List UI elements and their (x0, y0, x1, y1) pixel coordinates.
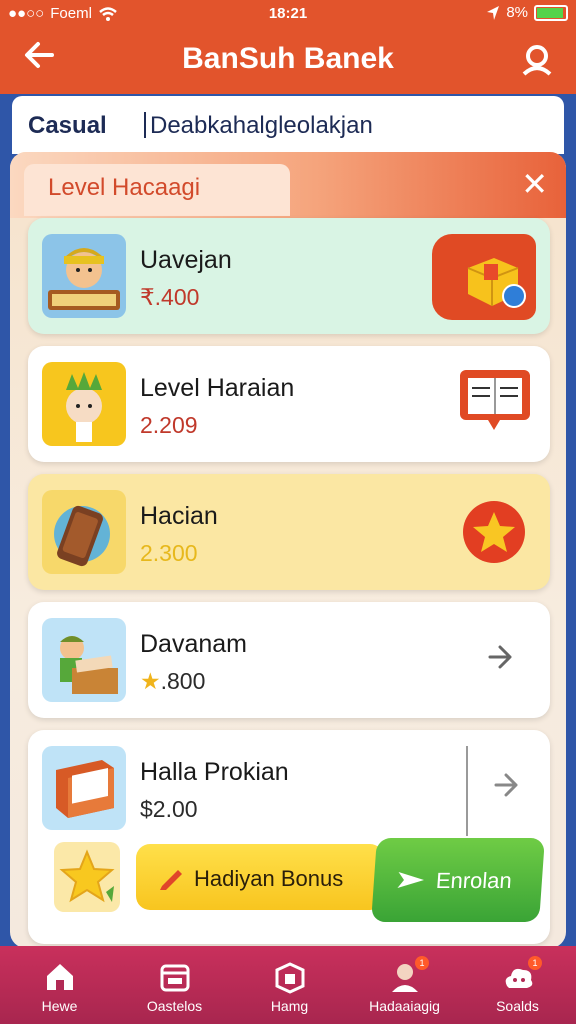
tab-label: Oastelos (146, 998, 203, 1014)
close-icon[interactable]: ✕ (521, 166, 548, 202)
item-price: .800 (160, 668, 206, 694)
status-right: 8% (486, 4, 568, 21)
chevron-right-icon[interactable] (488, 642, 514, 672)
calendar-icon (160, 964, 190, 992)
item-name: Uavejan (140, 246, 232, 274)
enroll-label: Enrolan (435, 868, 513, 893)
star-button[interactable] (462, 500, 526, 564)
app-title: BanSuh Banek (182, 42, 394, 75)
list-item[interactable]: Davanam ★.800 (28, 602, 550, 718)
item-name: Davanam (140, 630, 247, 658)
tab-box[interactable]: Hamg (232, 946, 347, 1024)
category-bar: Casual Deabkahalgleolakjan (12, 96, 564, 154)
category-label[interactable]: Casual (28, 112, 107, 140)
divider (466, 746, 468, 836)
item-price-row: ★.800 (140, 668, 205, 695)
tab-calendar[interactable]: Oastelos (117, 946, 232, 1024)
panel-header: Level Hacaagi ✕ (10, 152, 566, 218)
profile-icon[interactable] (520, 42, 554, 76)
send-arrow-icon (397, 872, 424, 888)
item-name: Level Haraian (140, 374, 295, 402)
battery-percent: 8% (506, 4, 528, 21)
status-bar: ●●○○ Foeml 18:21 8% (0, 0, 576, 28)
tab-home[interactable]: Hewe (2, 946, 117, 1024)
tab-label: Hadaaiagig (369, 998, 440, 1014)
app-bar: BanSuh Banek (0, 28, 576, 94)
box-icon (275, 962, 305, 994)
battery-icon (534, 4, 568, 21)
bonus-button[interactable]: Hadiyan Bonus (136, 844, 384, 910)
home-icon (47, 964, 73, 990)
list-item[interactable]: Uavejan ₹.400 (28, 218, 550, 334)
item-price: 2.209 (140, 412, 198, 438)
list-item[interactable]: Level Haraian 2.209 (28, 346, 550, 462)
notification-badge: 1 (528, 956, 542, 970)
chevron-right-icon[interactable] (494, 770, 520, 800)
gift-box-icon (467, 258, 526, 308)
item-price: $2.00 (140, 796, 198, 822)
panel-title: Level Hacaagi (48, 174, 201, 201)
enroll-button[interactable]: Enrolan (371, 838, 545, 922)
tab-cloud[interactable]: 1 Soalds (460, 946, 575, 1024)
item-price: 2.300 (140, 540, 198, 566)
pencil-icon (160, 870, 182, 890)
tab-label: Hewe (41, 998, 78, 1014)
thumbnail-boy-with-sign (42, 234, 126, 318)
level-panel: Level Hacaagi ✕ Uavejan ₹.400 Level Hara… (10, 152, 566, 948)
star-small-icon: ★ (140, 668, 161, 694)
bonus-label: Hadiyan Bonus (194, 866, 344, 891)
item-price: ₹.400 (140, 284, 200, 310)
thumbnail-boy-with-box (42, 618, 126, 702)
location-icon (487, 5, 500, 20)
notification-badge: 1 (415, 956, 429, 970)
notebook-icon (460, 370, 530, 430)
item-name: Hacian (140, 502, 218, 530)
bottom-tab-bar: Hewe Oastelos Hamg 1 Hadaaiagig 1 Soalds (0, 946, 576, 1024)
thumbnail-phone (42, 490, 126, 574)
bonus-row: Hadiyan Bonus Enrolan (28, 838, 550, 938)
star-icon (463, 501, 525, 563)
item-name: Halla Prokian (140, 758, 289, 786)
bonus-star-icon (54, 842, 120, 912)
category-subtitle: Deabkahalgleolakjan (144, 112, 373, 139)
notes-button[interactable] (458, 368, 532, 432)
thumbnail-face-with-leaves (42, 362, 126, 446)
gift-box-button[interactable] (432, 234, 536, 320)
tab-label: Hamg (270, 998, 309, 1014)
tab-label: Soalds (496, 998, 539, 1014)
list-item[interactable]: Hacian 2.300 (28, 474, 550, 590)
tab-user[interactable]: 1 Hadaaiagig (347, 946, 462, 1024)
thumbnail-book (42, 746, 126, 830)
